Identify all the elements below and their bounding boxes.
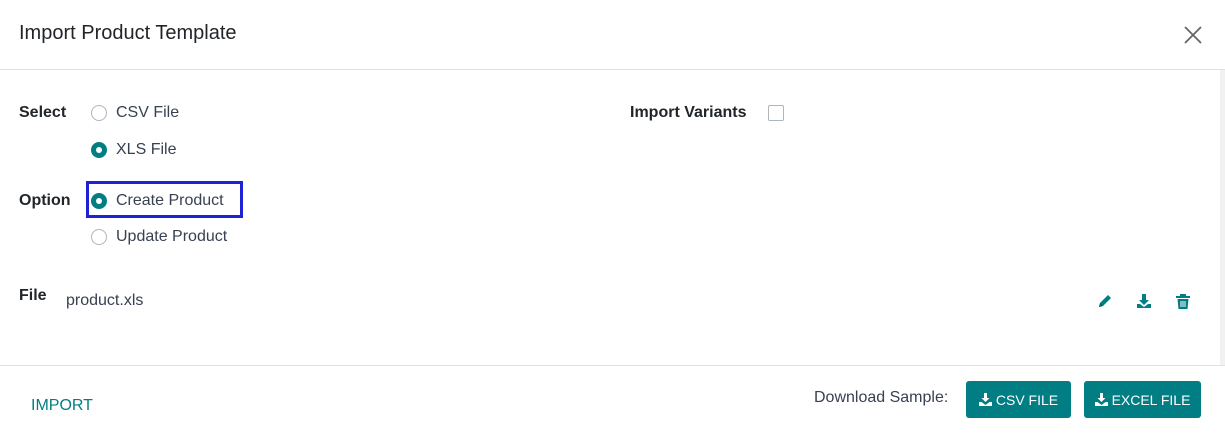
download-icon[interactable] (1135, 292, 1153, 310)
import-variants-checkbox[interactable] (768, 105, 784, 121)
import-button[interactable]: IMPORT (31, 397, 93, 415)
radio-create-product[interactable]: Create Product (91, 189, 224, 213)
scrollbar[interactable] (1220, 70, 1225, 365)
radio-button[interactable] (91, 193, 107, 209)
file-label: File (19, 287, 47, 304)
import-variants-label: Import Variants (630, 104, 747, 121)
csv-file-button-label: CSV FILE (995, 391, 1059, 408)
radio-button[interactable] (91, 105, 107, 121)
excel-file-button-label: EXCEL FILE (1111, 391, 1191, 408)
csv-file-button[interactable]: CSV FILE (966, 381, 1071, 418)
close-icon[interactable] (1180, 22, 1206, 48)
download-icon (978, 393, 992, 406)
radio-label: CSV File (116, 104, 180, 121)
radio-label: XLS File (116, 141, 177, 158)
radio-label: Create Product (116, 192, 224, 209)
radio-update-product[interactable]: Update Product (91, 225, 227, 249)
select-label: Select (19, 104, 67, 121)
radio-label: Update Product (116, 228, 228, 245)
option-label: Option (19, 192, 71, 209)
radio-csv-file[interactable]: CSV File (91, 101, 179, 125)
radio-xls-file[interactable]: XLS File (91, 138, 176, 162)
dialog-header: Import Product Template (0, 0, 1225, 70)
trash-icon[interactable] (1174, 292, 1192, 310)
dialog-title: Import Product Template (19, 22, 237, 44)
pencil-icon[interactable] (1096, 292, 1114, 310)
download-sample-label: Download Sample: (814, 389, 949, 406)
file-name[interactable]: product.xls (66, 292, 143, 310)
download-icon (1094, 393, 1108, 406)
radio-button[interactable] (91, 229, 107, 245)
excel-file-button[interactable]: EXCEL FILE (1084, 381, 1201, 418)
radio-button[interactable] (91, 142, 107, 158)
